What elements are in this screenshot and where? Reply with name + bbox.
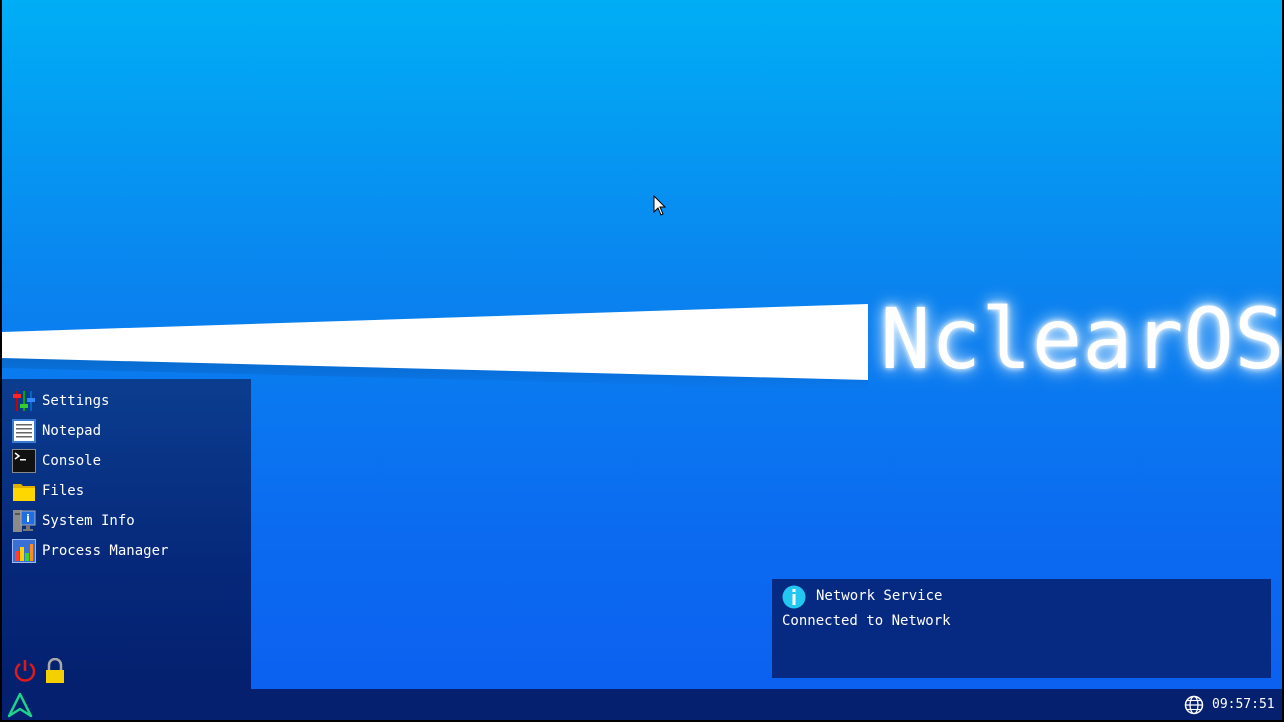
settings-sliders-icon xyxy=(13,391,35,411)
globe-icon[interactable] xyxy=(1184,695,1204,715)
start-menu: Settings Notepad Console Files i System … xyxy=(2,379,251,689)
start-arrow-icon[interactable] xyxy=(7,692,33,718)
notification-popup[interactable]: Network Service Connected to Network xyxy=(772,579,1271,678)
console-icon xyxy=(12,449,36,473)
desktop[interactable]: NclearOS Settings Notepad Console Files … xyxy=(2,0,1282,720)
svg-text:i: i xyxy=(26,512,30,525)
notepad-icon xyxy=(12,419,36,443)
menu-item-console[interactable]: Console xyxy=(12,448,242,474)
menu-item-notepad[interactable]: Notepad xyxy=(12,418,242,444)
notification-message: Connected to Network xyxy=(782,613,951,629)
power-icon[interactable] xyxy=(12,658,38,684)
system-info-icon: i xyxy=(13,510,36,532)
menu-item-system-info[interactable]: i System Info xyxy=(12,508,242,534)
menu-item-label: Console xyxy=(42,453,102,469)
info-icon xyxy=(782,585,806,609)
menu-item-label: Notepad xyxy=(42,423,102,439)
menu-item-label: Settings xyxy=(42,393,110,409)
menu-item-settings[interactable]: Settings xyxy=(12,388,242,414)
menu-item-label: Process Manager xyxy=(42,543,169,559)
menu-item-files[interactable]: Files xyxy=(12,478,242,504)
lock-icon[interactable] xyxy=(44,658,66,684)
notification-title: Network Service xyxy=(816,588,943,604)
logo-text: NclearOS xyxy=(880,290,1282,388)
process-manager-icon xyxy=(12,539,36,563)
menu-item-label: System Info xyxy=(42,513,135,529)
logo-beam xyxy=(2,304,868,390)
clock[interactable]: 09:57:51 xyxy=(1212,697,1275,712)
folder-icon xyxy=(13,484,35,501)
taskbar: 09:57:51 xyxy=(2,689,1282,720)
menu-item-process-manager[interactable]: Process Manager xyxy=(12,538,242,564)
menu-item-label: Files xyxy=(42,483,85,499)
mouse-cursor-icon xyxy=(653,195,667,216)
